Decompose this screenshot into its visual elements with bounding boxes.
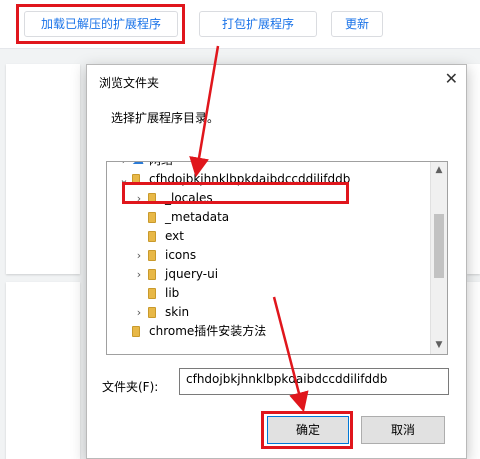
annotation-arrows [189, 45, 309, 413]
arrow-to-folder [189, 45, 220, 178]
arrow-to-ok [272, 296, 309, 413]
